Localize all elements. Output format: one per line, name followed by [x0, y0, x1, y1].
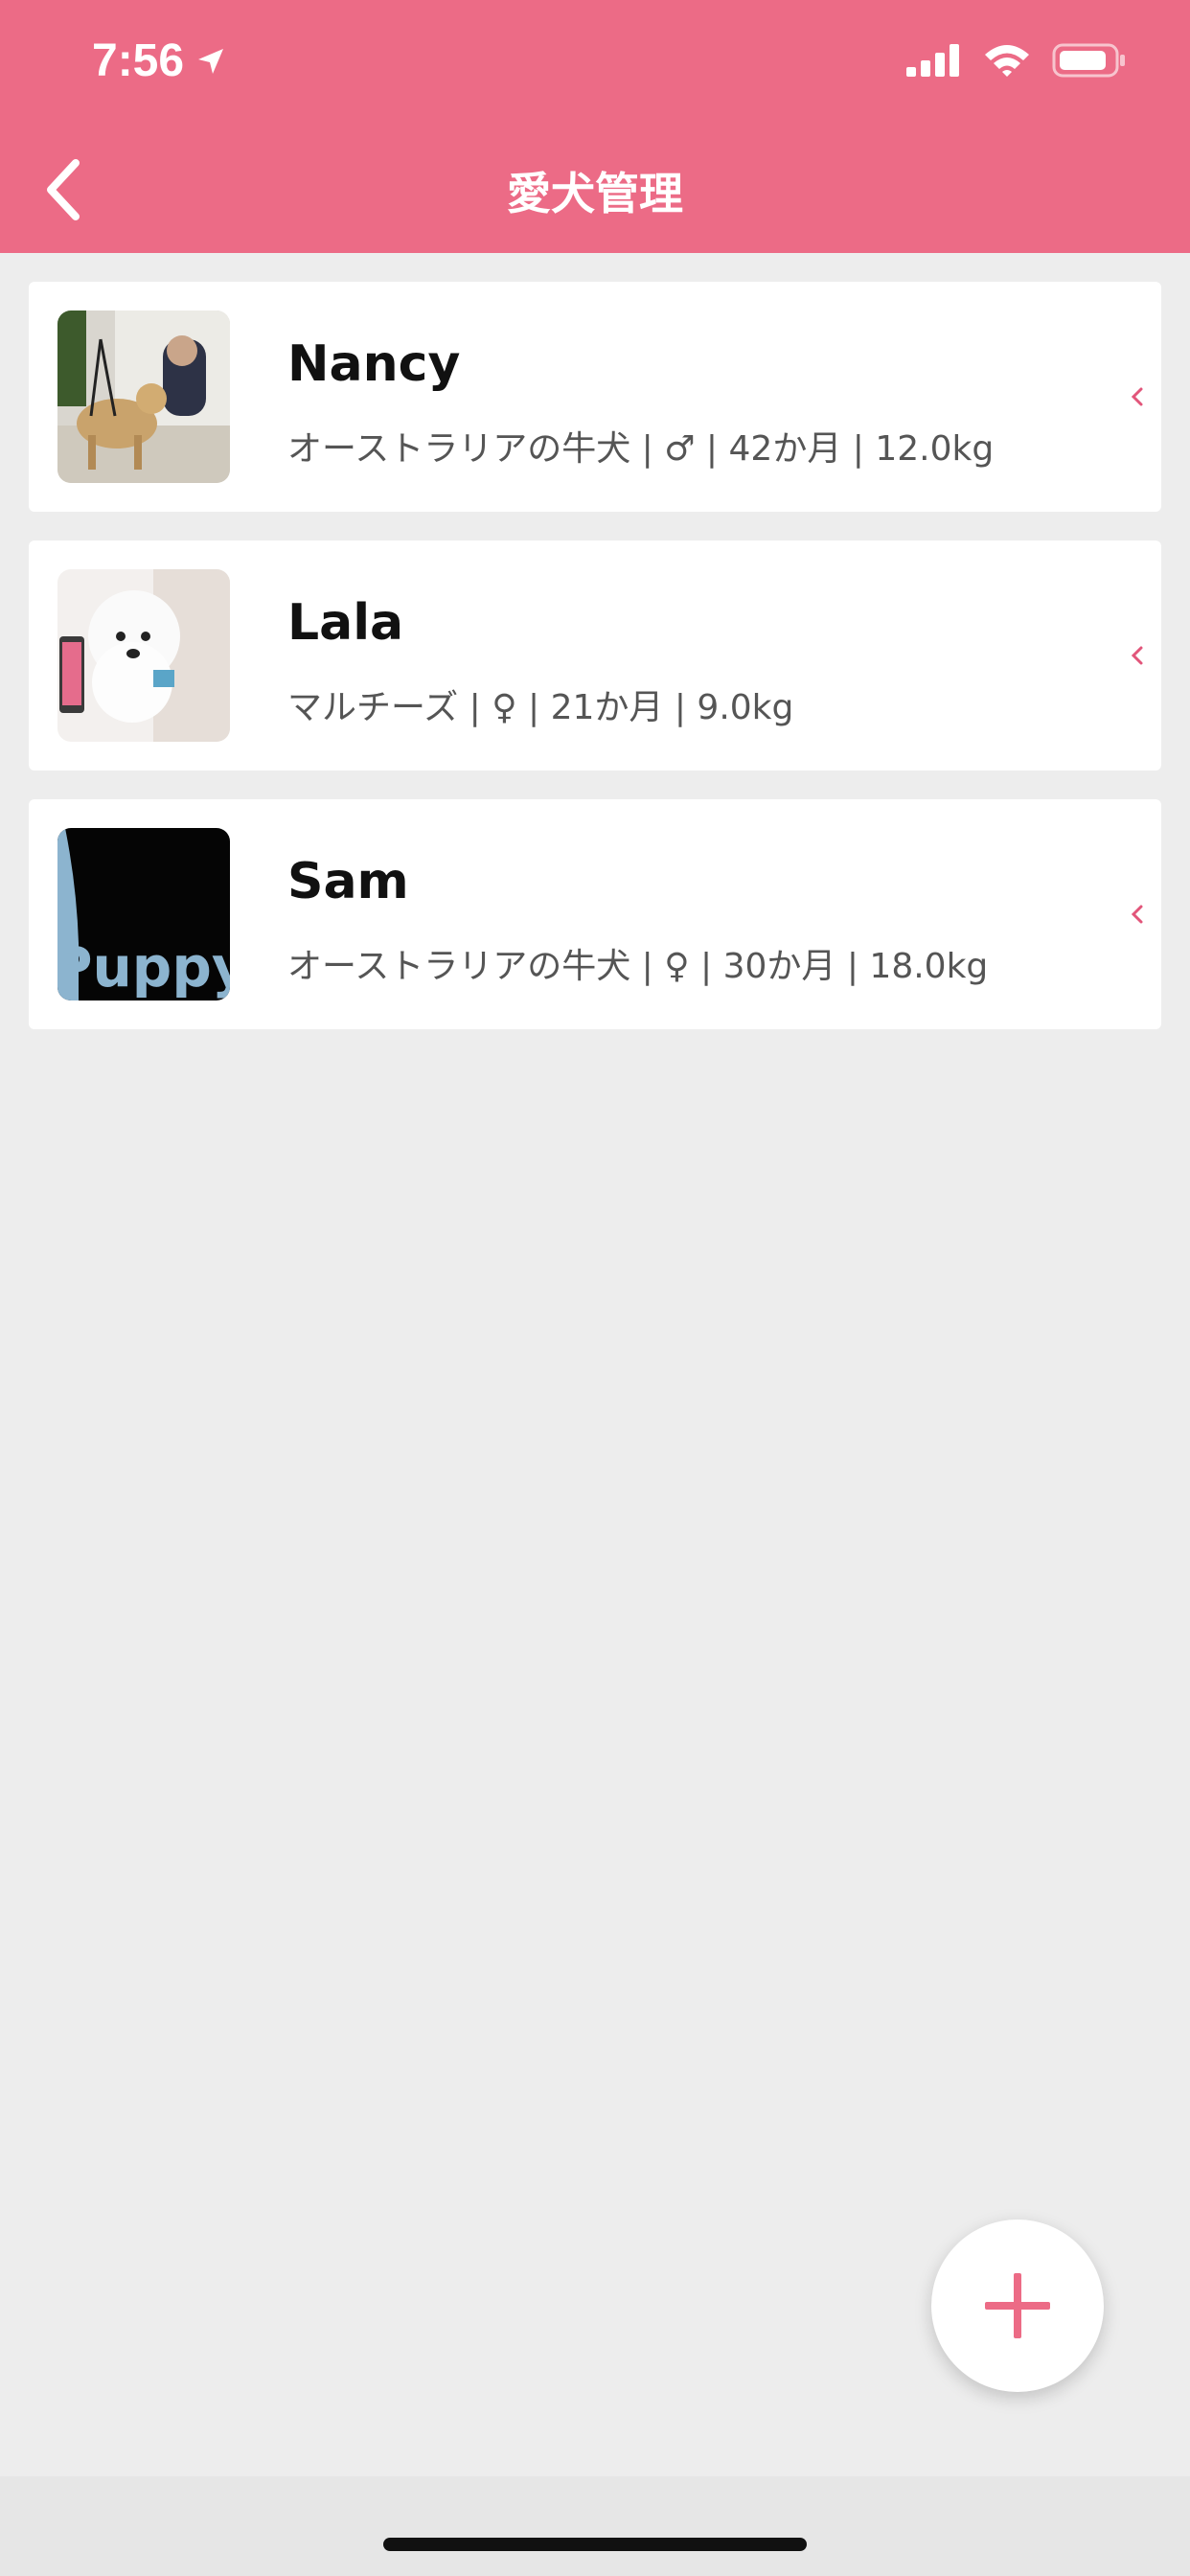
status-time-text: 7:56	[92, 35, 185, 86]
wifi-icon	[985, 45, 1029, 77]
bottom-bar	[0, 2476, 1190, 2576]
dog-card-nancy[interactable]: Nancy オーストラリアの牛犬 | ♂ | 42か月 | 12.0kg	[29, 282, 1161, 512]
dog-photo	[57, 569, 230, 742]
app-header: 7:56 愛犬管理	[0, 0, 1190, 253]
dog-name: Sam	[287, 853, 409, 910]
dog-list: Nancy オーストラリアの牛犬 | ♂ | 42か月 | 12.0kg Lal…	[29, 282, 1161, 1058]
dog-name: Nancy	[287, 335, 461, 393]
dog-card-sam[interactable]: Puppy Sam オーストラリアの牛犬 | ♀ | 30か月 | 18.0kg	[29, 799, 1161, 1029]
chevron-left-icon	[1127, 899, 1148, 930]
chevron-left-icon	[1127, 640, 1148, 671]
dog-photo	[57, 310, 230, 483]
dog-name: Lala	[287, 594, 404, 652]
chevron-left-icon	[1127, 381, 1148, 412]
dog-info: マルチーズ | ♀ | 21か月 | 9.0kg	[287, 688, 794, 727]
status-bar-right	[906, 42, 1127, 79]
location-arrow-icon	[198, 48, 224, 74]
battery-icon	[1052, 43, 1125, 78]
dog-photo: Puppy	[57, 828, 230, 1000]
dog-info: オーストラリアの牛犬 | ♀ | 30か月 | 18.0kg	[287, 947, 989, 986]
dog-info: オーストラリアの牛犬 | ♂ | 42か月 | 12.0kg	[287, 429, 995, 469]
cellular-signal-icon	[906, 44, 959, 77]
add-dog-button[interactable]	[931, 2220, 1104, 2392]
home-indicator[interactable]	[383, 2538, 807, 2551]
thumb-text: Puppy	[57, 934, 230, 1000]
page-title: 愛犬管理	[507, 168, 683, 219]
status-bar-time: 7:56	[92, 34, 226, 87]
plus-icon	[985, 2273, 1050, 2338]
dog-card-lala[interactable]: Lala マルチーズ | ♀ | 21か月 | 9.0kg	[29, 540, 1161, 770]
